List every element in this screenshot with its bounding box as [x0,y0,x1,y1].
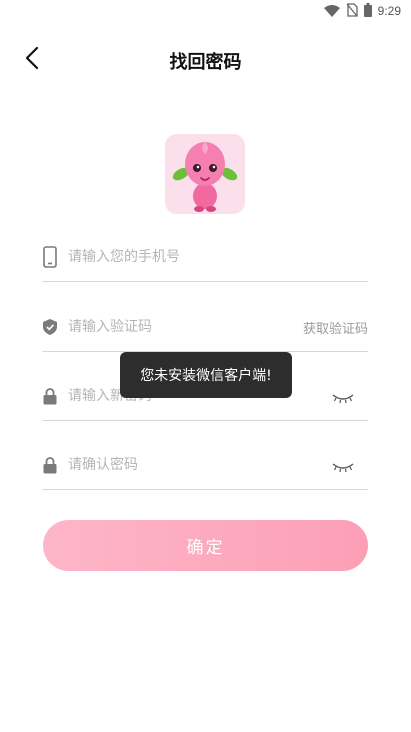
mascot-logo-icon [165,134,245,214]
confirm-password-input[interactable] [68,452,288,478]
lock-icon [42,454,58,476]
phone-icon [42,246,58,268]
lock-icon [42,385,58,407]
phone-row [42,234,368,282]
verification-code-input[interactable] [68,314,288,340]
wifi-icon [323,2,340,21]
status-bar: 9:29 [0,0,411,22]
confirm-password-row [42,442,368,490]
status-time: 9:29 [377,4,401,18]
battery-icon [363,2,372,21]
eye-closed-icon[interactable] [332,458,354,473]
eye-closed-icon[interactable] [332,389,354,404]
header: 找回密码 [0,40,411,80]
verification-code-row: 获取验证码 [42,304,368,352]
app-logo [165,134,245,214]
page-title: 找回密码 [169,52,242,73]
confirm-button[interactable]: 确定 [43,520,368,571]
status-icons: 9:29 [323,2,401,21]
phone-input[interactable] [68,244,288,270]
get-code-button[interactable]: 获取验证码 [303,318,368,337]
toast-message: 您未安装微信客户端! [120,352,292,398]
shield-check-icon [42,316,58,338]
no-sim-icon [346,2,358,21]
